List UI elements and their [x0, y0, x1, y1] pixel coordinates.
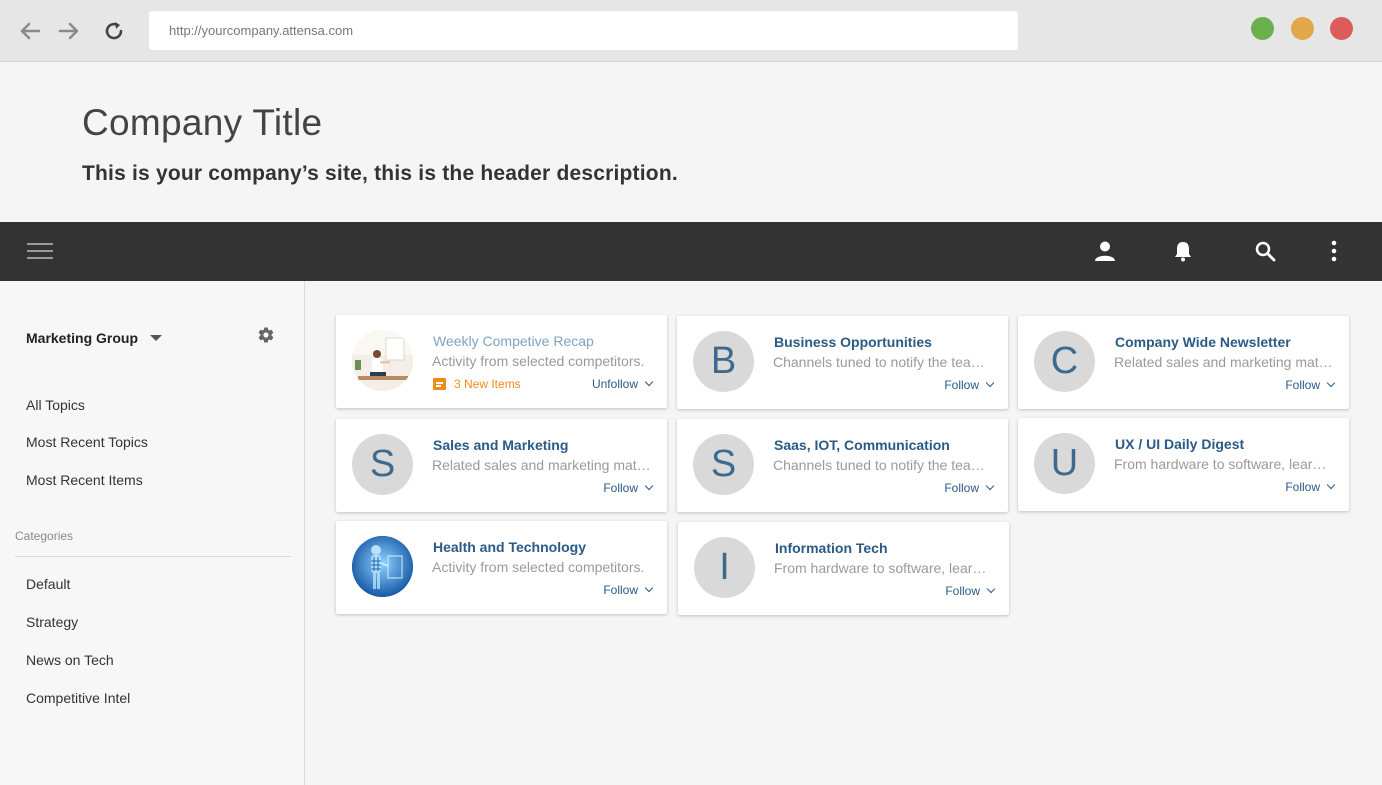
main-content: Weekly Competive Recap Activity from sel…	[305, 281, 1382, 785]
search-icon[interactable]	[1253, 239, 1277, 263]
chevron-down-icon	[985, 481, 995, 491]
sidebar-item-most-recent-topics[interactable]: Most Recent Topics	[26, 434, 148, 450]
topic-avatar-letter: S	[693, 434, 754, 495]
topic-title[interactable]: Information Tech	[775, 540, 888, 556]
topic-description: From hardware to software, learn more da…	[1114, 456, 1334, 472]
follow-button[interactable]: Follow	[1285, 378, 1336, 392]
topic-title[interactable]: Saas, IOT, Communication	[774, 437, 950, 453]
topic-avatar-letter: B	[693, 331, 754, 392]
sidebar: Marketing Group All Topics Most Recent T…	[0, 281, 305, 785]
bell-icon[interactable]	[1171, 239, 1195, 263]
topic-card[interactable]: B Business Opportunities Channels tuned …	[677, 316, 1008, 409]
window-dot-yellow[interactable]	[1291, 17, 1314, 40]
topic-title[interactable]: UX / UI Daily Digest	[1115, 436, 1244, 452]
category-item-competitive-intel[interactable]: Competitive Intel	[26, 690, 130, 706]
topic-avatar-letter: S	[352, 434, 413, 495]
topic-title[interactable]: Health and Technology	[433, 539, 586, 555]
unfollow-button[interactable]: Unfollow	[591, 377, 654, 391]
more-vertical-icon[interactable]	[1322, 239, 1346, 263]
gear-icon[interactable]	[257, 326, 275, 344]
follow-button[interactable]: Follow	[1285, 480, 1336, 494]
caret-down-icon[interactable]	[150, 335, 162, 341]
new-items-label: 3 New Items	[454, 377, 521, 391]
topic-title[interactable]: Business Opportunities	[774, 334, 932, 350]
sidebar-item-all-topics[interactable]: All Topics	[26, 397, 85, 413]
follow-label: Unfollow	[591, 377, 638, 391]
chevron-down-icon	[644, 377, 654, 387]
user-icon[interactable]	[1093, 239, 1117, 263]
follow-button[interactable]: Follow	[603, 481, 654, 495]
topic-card[interactable]: C Company Wide Newsletter Related sales …	[1018, 316, 1349, 409]
topic-description: Channels tuned to notify the team of opp…	[773, 457, 993, 473]
chevron-down-icon	[644, 583, 654, 593]
chevron-down-icon	[644, 481, 654, 491]
chevron-down-icon	[985, 378, 995, 388]
chevron-down-icon	[1326, 378, 1336, 388]
window-dot-red[interactable]	[1330, 17, 1353, 40]
chevron-down-icon	[1326, 480, 1336, 490]
topic-card[interactable]: Health and Technology Activity from sele…	[336, 521, 667, 614]
group-selector-label[interactable]: Marketing Group	[26, 330, 138, 346]
topic-card[interactable]: S Saas, IOT, Communication Channels tune…	[677, 419, 1008, 512]
topic-card[interactable]: Weekly Competive Recap Activity from sel…	[336, 315, 667, 408]
topic-description: Related sales and marketing material for…	[1114, 354, 1334, 370]
topic-avatar-letter: I	[694, 537, 755, 598]
topic-image-health	[352, 536, 413, 597]
topic-avatar-letter: U	[1034, 433, 1095, 494]
categories-heading: Categories	[15, 529, 74, 543]
follow-label: Follow	[944, 481, 979, 495]
follow-label: Follow	[1285, 378, 1320, 392]
browser-chrome: http://yourcompany.attensa.com	[0, 0, 1382, 62]
topic-title[interactable]: Sales and Marketing	[433, 437, 568, 453]
topic-description: Channels tuned to notify the team of opp…	[773, 354, 993, 370]
document-icon	[433, 378, 446, 390]
follow-label: Follow	[1285, 480, 1320, 494]
follow-button[interactable]: Follow	[944, 481, 995, 495]
new-items-badge[interactable]: 3 New Items	[433, 377, 521, 391]
sidebar-item-most-recent-items[interactable]: Most Recent Items	[26, 472, 143, 488]
topic-title[interactable]: Company Wide Newsletter	[1115, 334, 1291, 350]
menu-icon[interactable]	[27, 239, 53, 263]
category-item-default[interactable]: Default	[26, 576, 70, 592]
topic-card[interactable]: S Sales and Marketing Related sales and …	[336, 419, 667, 512]
back-arrow-icon[interactable]	[18, 19, 42, 43]
topic-description: From hardware to software, learn more da…	[774, 560, 994, 576]
company-title: Company Title	[82, 102, 323, 143]
category-item-news-on-tech[interactable]: News on Tech	[26, 652, 114, 668]
topic-description: Related sales and marketing material for…	[432, 457, 652, 473]
topic-title[interactable]: Weekly Competive Recap	[433, 333, 594, 349]
window-dot-green[interactable]	[1251, 17, 1274, 40]
follow-label: Follow	[603, 583, 638, 597]
topic-description: Activity from selected competitors.	[432, 353, 645, 369]
topic-card[interactable]: U UX / UI Daily Digest From hardware to …	[1018, 418, 1349, 511]
follow-button[interactable]: Follow	[603, 583, 654, 597]
header-description: This is your company’s site, this is the…	[82, 162, 678, 185]
topic-avatar-letter: C	[1034, 331, 1095, 392]
chevron-down-icon	[986, 584, 996, 594]
topic-description: Activity from selected competitors.	[432, 559, 645, 575]
follow-label: Follow	[945, 584, 980, 598]
topic-card[interactable]: I Information Tech From hardware to soft…	[678, 522, 1009, 615]
follow-label: Follow	[603, 481, 638, 495]
topic-image-office	[352, 330, 413, 391]
follow-button[interactable]: Follow	[945, 584, 996, 598]
category-item-strategy[interactable]: Strategy	[26, 614, 78, 630]
site-header: Company Title This is your company’s sit…	[0, 62, 1382, 222]
divider	[15, 556, 291, 557]
reload-icon[interactable]	[102, 19, 126, 43]
forward-arrow-icon[interactable]	[57, 19, 81, 43]
follow-label: Follow	[944, 378, 979, 392]
follow-button[interactable]: Follow	[944, 378, 995, 392]
url-bar[interactable]: http://yourcompany.attensa.com	[149, 11, 1018, 50]
app-toolbar	[0, 222, 1382, 281]
